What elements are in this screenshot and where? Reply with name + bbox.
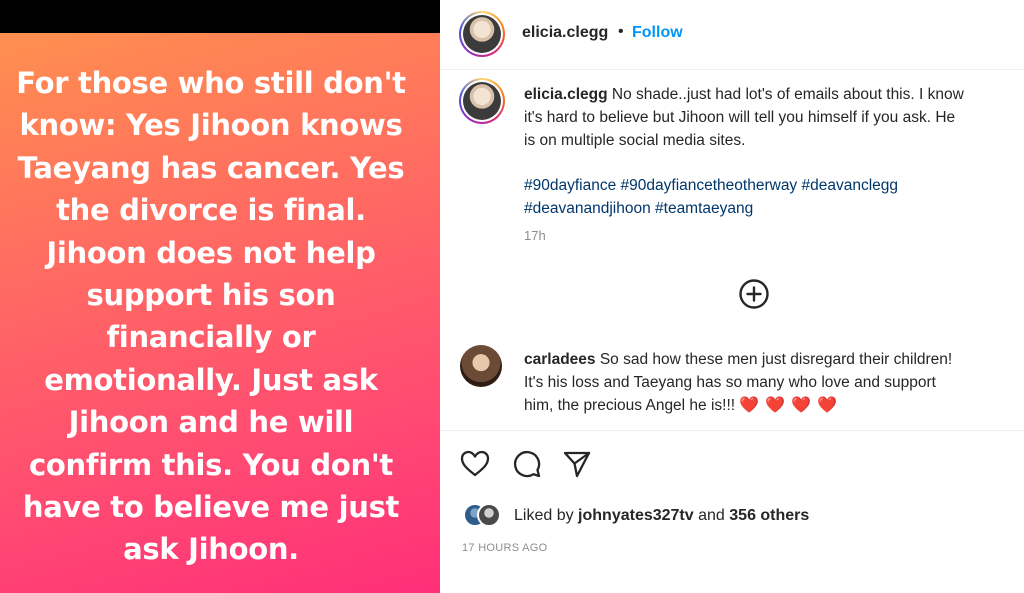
comment-line: So sad how these men just disregard thei… (599, 351, 953, 368)
author-username[interactable]: elicia.clegg (522, 24, 608, 42)
story-line: For those who still don't (16, 66, 406, 100)
commenter-username[interactable]: carladees (524, 351, 596, 368)
comment-text: carladees So sad how these men just disr… (524, 348, 1014, 417)
story-line: have to believe me just (22, 490, 400, 525)
liked-by-others[interactable]: 356 others (729, 507, 809, 524)
liked-by-prefix: Liked by (514, 507, 574, 524)
action-bar-divider (440, 430, 1024, 431)
heart-icon[interactable] (460, 449, 490, 479)
caption-line: No shade..just had lot's of emails about… (611, 86, 964, 103)
story-line: support his son (86, 278, 336, 313)
comment-line: It's his loss and Taeyang has so many wh… (524, 374, 936, 391)
load-more-comments-icon[interactable] (738, 278, 770, 310)
caption-text: elicia.clegg No shade..just had lot's of… (524, 83, 1014, 152)
follow-button[interactable]: Follow (632, 24, 683, 42)
story-image: For those who still don't know: Yes Jiho… (0, 0, 440, 593)
commenter-avatar[interactable] (460, 345, 502, 387)
caption-line: it's hard to believe but Jihoon will tel… (524, 109, 956, 126)
story-line: the divorce is final. (56, 193, 366, 228)
post-header: elicia.clegg • Follow (440, 0, 1024, 70)
caption-avatar-image (463, 82, 501, 120)
story-line: Taeyang has cancer. Yes (17, 150, 405, 185)
hashtag-link[interactable]: #deavanclegg (802, 177, 899, 194)
hashtag-link[interactable]: #teamtaeyang (655, 200, 753, 217)
caption-line: is on multiple social media sites. (524, 132, 746, 149)
separator-dot: • (618, 23, 624, 40)
liked-by-text: Liked by johnyates327tv and 356 others (514, 507, 809, 525)
story-line: ask Jihoon. (123, 532, 299, 567)
comment-line: him, the precious Angel he is!!! (524, 397, 736, 414)
post-panel: elicia.clegg • Follow elicia.clegg No sh… (440, 0, 1024, 593)
story-line: emotionally. Just ask (44, 362, 378, 397)
story-text: For those who still don't know: Yes Jiho… (6, 62, 416, 571)
liker-avatar[interactable] (477, 503, 501, 527)
share-icon[interactable] (562, 449, 592, 479)
story-line: confirm this. You don't (29, 447, 393, 482)
author-avatar[interactable] (459, 11, 505, 57)
hashtags: #90dayfiance #90dayfiancetheotherway #de… (524, 174, 1014, 220)
caption-avatar[interactable] (459, 78, 505, 124)
caption-username[interactable]: elicia.clegg (524, 86, 608, 103)
liked-by-user[interactable]: johnyates327tv (578, 507, 694, 524)
hashtag-link[interactable]: #deavanandjihoon (524, 200, 651, 217)
caption-timestamp[interactable]: 17h (524, 228, 546, 243)
story-top-bar (0, 0, 440, 33)
author-avatar-image (463, 15, 501, 53)
post-timestamp[interactable]: 17 HOURS AGO (462, 542, 548, 554)
story-line: financially or (106, 320, 316, 355)
comment-icon[interactable] (512, 449, 542, 479)
story-line: know: Yes Jihoon knows (19, 108, 403, 143)
heart-emojis: ❤️❤️❤️❤️ (739, 397, 844, 414)
hashtag-link[interactable]: #90dayfiance (524, 177, 616, 194)
story-line: Jihoon does not help (46, 235, 376, 270)
liked-by-middle: and (698, 507, 725, 524)
story-line: Jihoon and he will (68, 405, 354, 440)
hashtag-link[interactable]: #90dayfiancetheotherway (621, 177, 798, 194)
